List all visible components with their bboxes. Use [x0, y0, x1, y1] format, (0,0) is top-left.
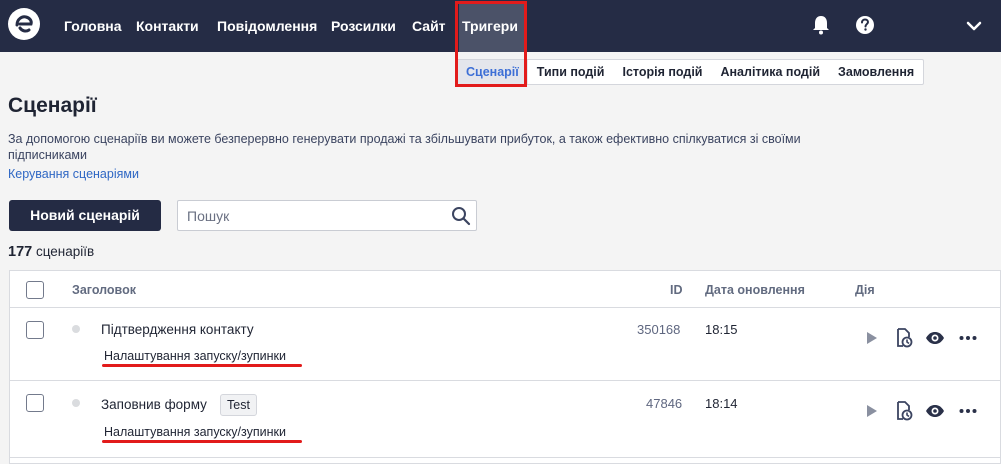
logo-icon[interactable]: [8, 8, 40, 40]
row-checkbox[interactable]: [26, 321, 44, 339]
nav-item-home[interactable]: Головна: [64, 18, 122, 34]
submenu-item-event-types[interactable]: Типи подій: [528, 60, 614, 84]
submenu-item-event-analytics[interactable]: Аналітика подій: [711, 60, 829, 84]
row-checkbox[interactable]: [26, 394, 44, 412]
start-stop-settings-link[interactable]: Налаштування запуску/зупинки: [104, 349, 286, 363]
scenario-count: 177 сценаріїв: [8, 244, 94, 260]
header-divider: [10, 307, 1000, 308]
copy-document-icon[interactable]: [894, 327, 914, 348]
nav-item-site[interactable]: Сайт: [412, 18, 446, 34]
status-dot: [72, 399, 80, 407]
eye-icon[interactable]: [925, 401, 945, 421]
scenario-count-label: сценаріїв: [35, 244, 95, 259]
more-options-icon[interactable]: [958, 328, 978, 348]
page-description: За допомогою сценаріїв ви можете безпере…: [8, 132, 801, 162]
new-scenario-button[interactable]: Новий сценарій: [9, 200, 161, 231]
scenario-title[interactable]: Підтвердження контакту: [101, 322, 254, 337]
eye-icon[interactable]: [925, 328, 945, 348]
scenario-title[interactable]: Заповнив форму: [101, 397, 207, 412]
scenario-id: 47846: [646, 396, 683, 411]
select-all-checkbox[interactable]: [26, 281, 44, 299]
copy-document-icon[interactable]: [894, 400, 914, 421]
nav-item-contacts[interactable]: Контакти: [136, 18, 199, 34]
annotation-highlight-box: [455, 1, 527, 87]
nav-item-campaigns[interactable]: Розсилки: [331, 18, 396, 34]
nav-item-messages[interactable]: Повідомлення: [217, 18, 317, 34]
bell-icon[interactable]: [811, 14, 831, 36]
scenario-tag: Test: [220, 394, 257, 416]
play-icon[interactable]: [861, 401, 881, 421]
search-box: [177, 200, 477, 231]
scenario-id: 350168: [637, 322, 681, 337]
scenario-count-number: 177: [8, 244, 33, 260]
annotation-underline: [102, 364, 302, 367]
submenu-item-event-history[interactable]: Історія подій: [613, 60, 711, 84]
column-header-id[interactable]: ID: [670, 283, 683, 297]
manage-scenarios-link[interactable]: Керування сценаріями: [8, 167, 139, 181]
scenarios-table: Заголовок ID Дата оновлення Дія Підтверд…: [9, 270, 1001, 464]
chevron-down-icon[interactable]: [964, 16, 984, 38]
play-icon[interactable]: [861, 328, 881, 348]
row-divider: [10, 457, 1000, 458]
column-header-date[interactable]: Дата оновлення: [705, 283, 805, 297]
scenario-date: 18:14: [705, 396, 738, 411]
status-dot: [72, 325, 80, 333]
search-input[interactable]: [187, 208, 437, 224]
start-stop-settings-link[interactable]: Налаштування запуску/зупинки: [104, 425, 286, 439]
annotation-underline: [102, 440, 302, 443]
help-icon[interactable]: [855, 14, 875, 36]
submenu-item-orders[interactable]: Замовлення: [829, 60, 923, 84]
column-header-action: Дія: [855, 283, 875, 297]
row-divider: [10, 380, 1000, 381]
scenario-date: 18:15: [705, 322, 738, 337]
page-title: Сценарії: [8, 94, 97, 117]
column-header-title[interactable]: Заголовок: [72, 283, 136, 297]
search-icon[interactable]: [451, 206, 471, 226]
more-options-icon[interactable]: [958, 401, 978, 421]
